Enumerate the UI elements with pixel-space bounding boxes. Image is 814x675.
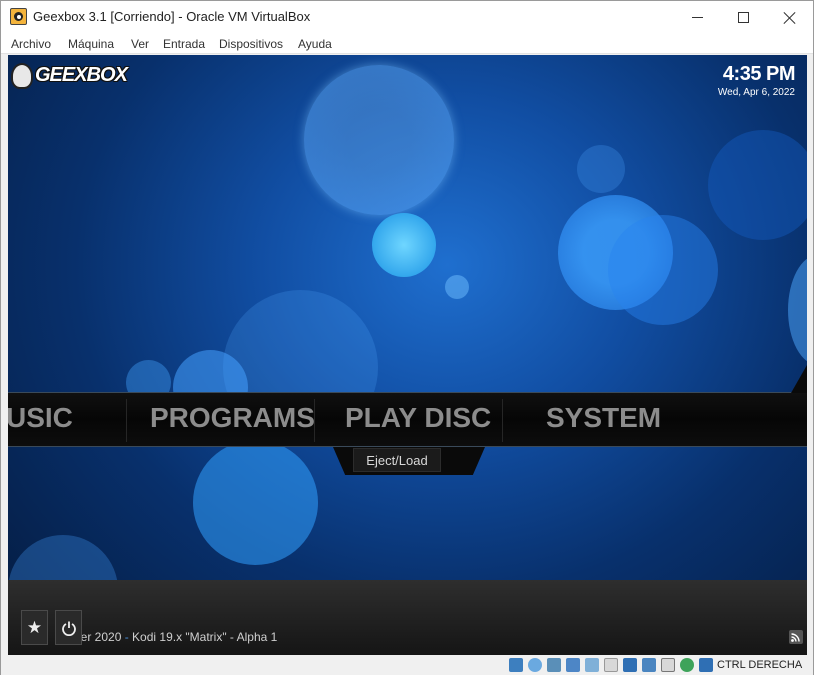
display-icon[interactable] <box>623 658 637 672</box>
background-bubble <box>304 65 454 215</box>
geexbox-mascot-icon <box>11 63 33 89</box>
menu-separator <box>502 399 503 442</box>
title-bar[interactable]: Geexbox 3.1 [Corriendo] - Oracle VM Virt… <box>1 1 813 33</box>
menu-bar: Archivo Máquina Ver Entrada Dispositivos… <box>1 33 813 54</box>
minimize-icon <box>691 16 703 18</box>
vm-display[interactable]: GEEXBOX 4:35 PM Wed, Apr 6, 2022 USIC PR… <box>8 55 807 655</box>
menu-separator <box>126 399 127 442</box>
menu-programs[interactable]: PROGRAMS <box>150 402 315 434</box>
background-bubble <box>193 440 318 565</box>
submenu-eject-load-label: Eject/Load <box>366 453 428 468</box>
network-icon[interactable] <box>566 658 580 672</box>
rss-button[interactable] <box>789 630 803 644</box>
power-button[interactable] <box>55 610 82 645</box>
footer-bar: ber 2020 - Kodi 19.x "Matrix" - Alpha 1 <box>8 580 807 655</box>
star-icon: ★ <box>26 617 43 637</box>
background-bubble <box>372 213 436 277</box>
menu-strip-edge <box>791 365 807 393</box>
menu-archivo[interactable]: Archivo <box>11 37 51 51</box>
menu-ver[interactable]: Ver <box>131 37 149 51</box>
menu-dispositivos[interactable]: Dispositivos <box>219 37 283 51</box>
background-bubble <box>445 275 469 299</box>
menu-system[interactable]: SYSTEM <box>546 402 661 434</box>
background-bubble <box>788 255 807 365</box>
mouse-integration-icon[interactable] <box>680 658 694 672</box>
clock-date: Wed, Apr 6, 2022 <box>717 87 795 98</box>
virtualbox-window: Geexbox 3.1 [Corriendo] - Oracle VM Virt… <box>0 0 814 675</box>
keyboard-icon[interactable] <box>699 658 713 672</box>
main-menu-strip: USIC PROGRAMS PLAY DISC SYSTEM <box>8 365 807 447</box>
clock-time: 4:35 PM <box>722 63 796 85</box>
menu-play-disc[interactable]: PLAY DISC <box>345 402 491 434</box>
hard-disk-icon[interactable] <box>509 658 523 672</box>
optical-drive-icon[interactable] <box>528 658 542 672</box>
footer-version: Kodi 19.x "Matrix" - Alpha 1 <box>132 630 278 644</box>
close-button[interactable] <box>766 1 812 33</box>
rss-icon <box>791 633 800 642</box>
submenu-eject-load[interactable]: Eject/Load <box>353 448 441 472</box>
footer-info: ber 2020 - Kodi 19.x "Matrix" - Alpha 1 <box>74 630 277 644</box>
footer-separator: - <box>121 630 133 644</box>
minimize-button[interactable] <box>674 1 720 33</box>
background-bubble <box>577 145 625 193</box>
host-key-label: CTRL DERECHA <box>717 659 803 671</box>
audio-icon[interactable] <box>547 658 561 672</box>
clock: 4:35 PM Wed, Apr 6, 2022 <box>717 63 796 98</box>
status-bar: CTRL DERECHA <box>1 655 813 675</box>
virtualization-icon[interactable] <box>661 658 675 672</box>
background-bubble <box>708 130 807 240</box>
video-capture-icon[interactable] <box>642 658 656 672</box>
background-bubble <box>608 215 718 325</box>
menu-maquina[interactable]: Máquina <box>68 37 114 51</box>
window-title: Geexbox 3.1 [Corriendo] - Oracle VM Virt… <box>33 9 311 24</box>
virtualbox-app-icon <box>10 8 27 25</box>
power-icon <box>61 621 76 636</box>
menu-music[interactable]: USIC <box>8 402 73 434</box>
menu-entrada[interactable]: Entrada <box>163 37 205 51</box>
menu-separator <box>314 399 315 442</box>
geexbox-logo-text: GEEXBOX <box>35 64 128 86</box>
favourites-button[interactable]: ★ <box>21 610 48 645</box>
maximize-icon <box>737 11 749 23</box>
close-icon <box>783 11 796 24</box>
menu-ayuda[interactable]: Ayuda <box>298 37 332 51</box>
usb-icon[interactable] <box>585 658 599 672</box>
geexbox-logo: GEEXBOX <box>11 61 128 93</box>
maximize-button[interactable] <box>720 1 766 33</box>
shared-folders-icon[interactable] <box>604 658 618 672</box>
